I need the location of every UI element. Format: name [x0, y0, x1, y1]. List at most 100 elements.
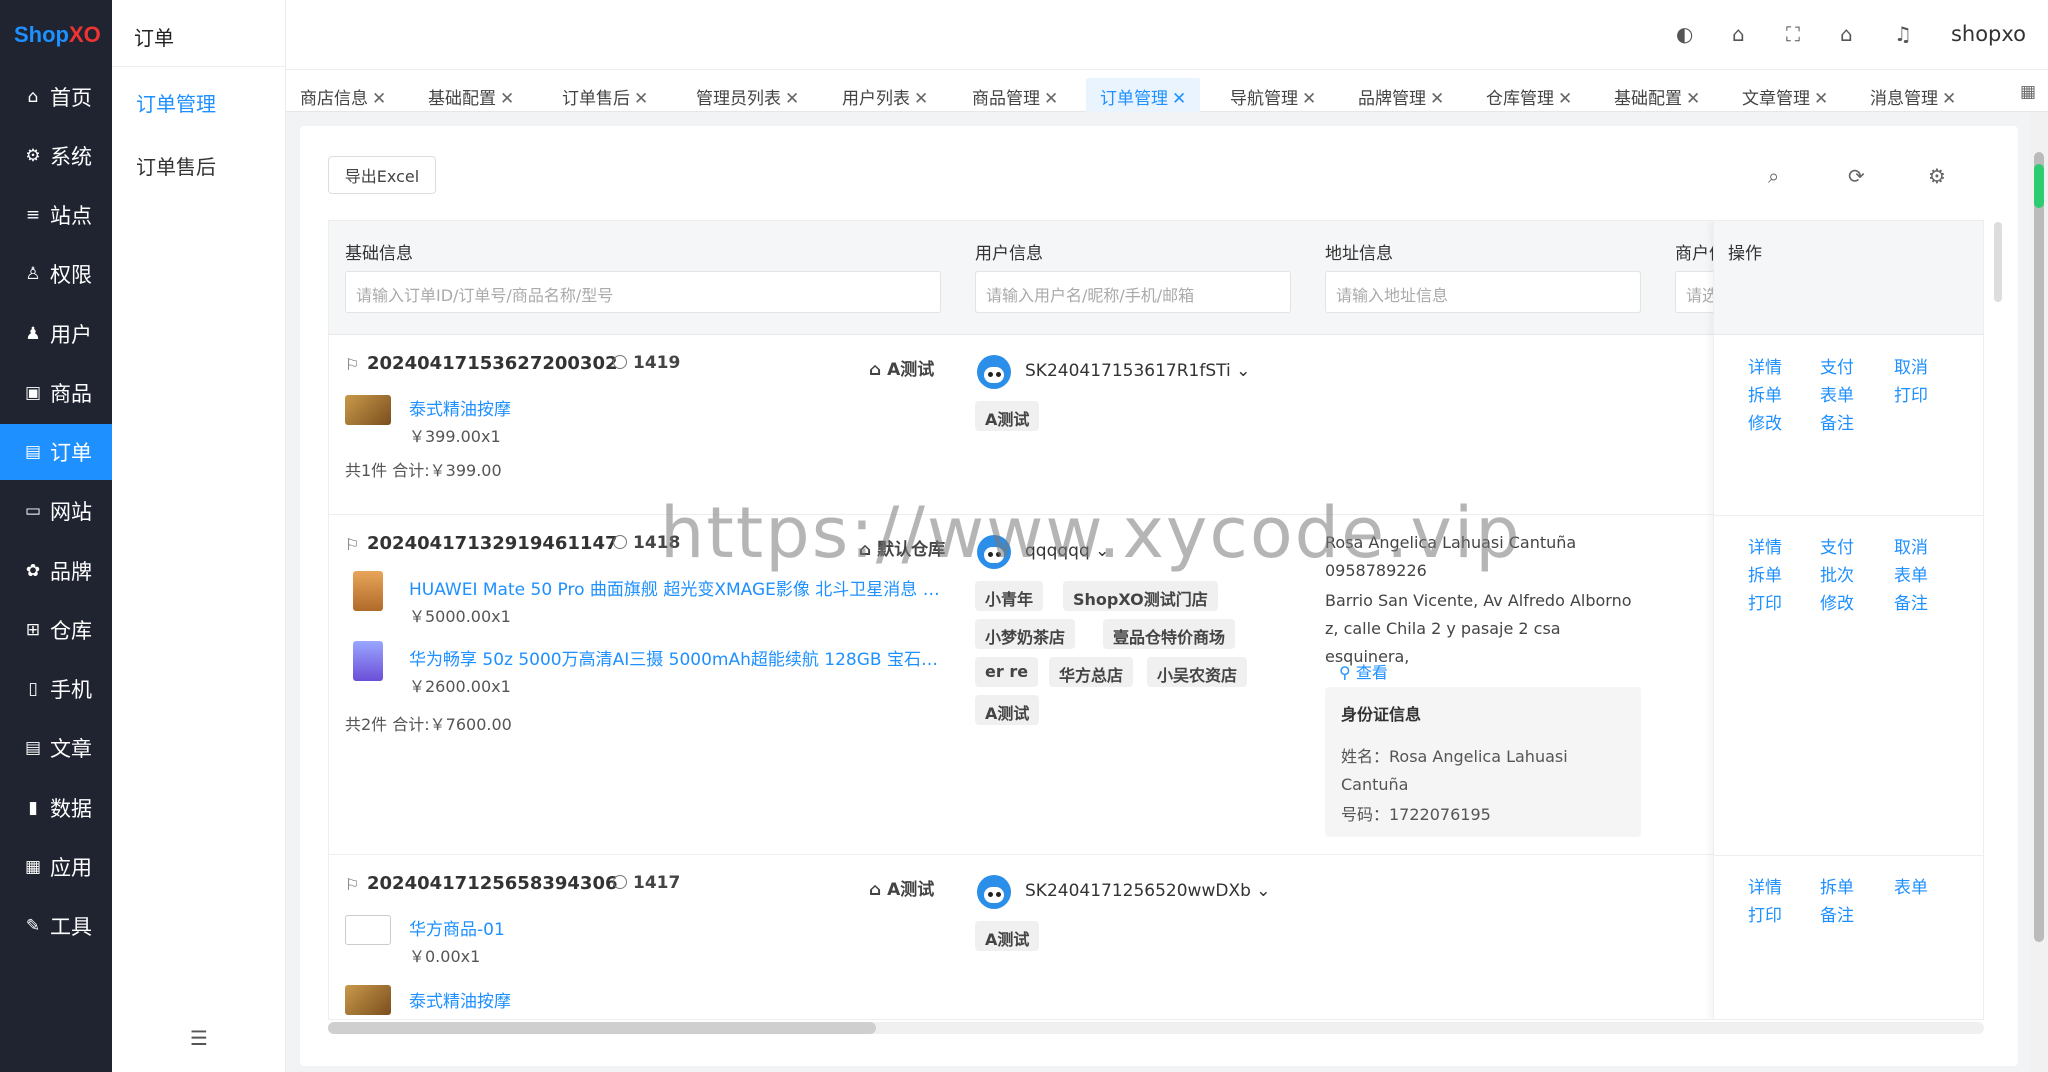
fullscreen-icon[interactable]: ⛶ [1786, 22, 1800, 46]
tab-warehouse-manage[interactable]: 仓库管理 ✕ [1472, 78, 1586, 112]
op-print[interactable]: 打印 [1748, 589, 1782, 614]
tab-brand-manage[interactable]: 品牌管理 ✕ [1344, 78, 1458, 112]
user-name[interactable]: SK2404171256520wwDXb ⌄ [1025, 881, 1271, 901]
basic-filter-input[interactable]: 请输入订单ID/订单号/商品名称/型号 [345, 271, 941, 313]
goods-thumbnail[interactable] [345, 985, 391, 1015]
nav-item-home[interactable]: ⌂ 首页 [0, 69, 112, 125]
table-vertical-scrollbar[interactable] [1994, 222, 2002, 302]
scrollbar-thumb[interactable] [2034, 152, 2044, 942]
op-split[interactable]: 拆单 [1820, 873, 1854, 898]
tab-store-info[interactable]: 商店信息 ✕ [286, 78, 400, 112]
user-menu[interactable]: shopxo [1951, 22, 2026, 46]
nav-item-order[interactable]: ▤ 订单 [0, 424, 112, 480]
subnav-item-order-manage[interactable]: 订单管理 [136, 88, 216, 117]
nav-item-site[interactable]: ≡ 站点 [0, 187, 112, 243]
close-icon[interactable]: ✕ [634, 89, 648, 109]
nav-item-warehouse[interactable]: ⊞ 仓库 [0, 602, 112, 658]
palette-icon[interactable]: ◐ [1676, 22, 1693, 46]
op-pay[interactable]: 支付 [1820, 353, 1854, 378]
op-split[interactable]: 拆单 [1748, 381, 1782, 406]
close-icon[interactable]: ✕ [785, 89, 799, 109]
settings-icon[interactable]: ⚙ [1928, 164, 1946, 188]
op-form[interactable]: 表单 [1820, 381, 1854, 406]
export-excel-button[interactable]: 导出Excel [328, 156, 436, 194]
nav-item-brand[interactable]: ✿ 品牌 [0, 543, 112, 599]
close-icon[interactable]: ✕ [1430, 89, 1444, 109]
tab-user-list[interactable]: 用户列表 ✕ [828, 78, 942, 112]
tab-goods-manage[interactable]: 商品管理 ✕ [958, 78, 1072, 112]
nav-item-system[interactable]: ⚙ 系统 [0, 128, 112, 184]
nav-item-tools[interactable]: ✎ 工具 [0, 898, 112, 954]
op-edit[interactable]: 修改 [1748, 409, 1782, 434]
goods-thumbnail[interactable] [345, 915, 391, 945]
header-user[interactable]: 用户信息 [975, 239, 1043, 264]
op-cancel[interactable]: 取消 [1894, 533, 1928, 558]
tab-message-manage[interactable]: 消息管理 ✕ [1856, 78, 1970, 112]
goods-thumbnail[interactable] [353, 571, 383, 611]
nav-item-apps[interactable]: ▦ 应用 [0, 839, 112, 895]
close-icon[interactable]: ✕ [1942, 89, 1956, 109]
close-icon[interactable]: ✕ [1558, 89, 1572, 109]
horizontal-scrollbar[interactable] [328, 1022, 1984, 1034]
order-number[interactable]: 20240417132919461147 [367, 533, 618, 554]
op-note[interactable]: 备注 [1820, 901, 1854, 926]
refresh-icon[interactable]: ⟳ [1848, 164, 1865, 188]
op-form[interactable]: 表单 [1894, 561, 1928, 586]
goods-name-link[interactable]: 泰式精油按摩 [409, 987, 949, 1012]
close-icon[interactable]: ✕ [1686, 89, 1700, 109]
op-print[interactable]: 打印 [1894, 381, 1928, 406]
tab-article-manage[interactable]: 文章管理 ✕ [1728, 78, 1842, 112]
op-detail[interactable]: 详情 [1748, 873, 1782, 898]
op-edit[interactable]: 修改 [1820, 589, 1854, 614]
bookmark-icon[interactable]: ⚐ [345, 875, 359, 894]
op-note[interactable]: 备注 [1894, 589, 1928, 614]
close-icon[interactable]: ✕ [372, 89, 386, 109]
nav-item-user[interactable]: ♟ 用户 [0, 306, 112, 362]
op-detail[interactable]: 详情 [1748, 533, 1782, 558]
subnav-item-after-sale[interactable]: 订单售后 [136, 151, 216, 180]
tab-nav-manage[interactable]: 导航管理 ✕ [1216, 78, 1330, 112]
user-filter-input[interactable]: 请输入用户名/昵称/手机/邮箱 [975, 271, 1291, 313]
bell-icon[interactable]: ♫ [1894, 22, 1912, 46]
tab-basic-config-2[interactable]: 基础配置 ✕ [1600, 78, 1714, 112]
nav-item-data[interactable]: ▮ 数据 [0, 780, 112, 836]
tab-admin-list[interactable]: 管理员列表 ✕ [682, 78, 813, 112]
user-name[interactable]: SK240417153617R1fSTi ⌄ [1025, 361, 1250, 381]
op-detail[interactable]: 详情 [1748, 353, 1782, 378]
tab-basic-config[interactable]: 基础配置 ✕ [414, 78, 528, 112]
close-icon[interactable]: ✕ [1814, 89, 1828, 109]
goods-name-link[interactable]: 华方商品-01 [409, 915, 949, 940]
tabs-grid-icon[interactable]: ▦ [2020, 82, 2036, 102]
close-icon[interactable]: ✕ [914, 89, 928, 109]
close-icon[interactable]: ✕ [1172, 89, 1186, 109]
shopxo-logo[interactable]: ShopXO [14, 22, 101, 48]
op-print[interactable]: 打印 [1748, 901, 1782, 926]
address-filter-input[interactable]: 请输入地址信息 [1325, 271, 1641, 313]
avatar[interactable] [977, 355, 1011, 389]
close-icon[interactable]: ✕ [1044, 89, 1058, 109]
nav-item-goods[interactable]: ▣ 商品 [0, 365, 112, 421]
close-icon[interactable]: ✕ [500, 89, 514, 109]
cache-icon[interactable]: ⌂ [1732, 22, 1745, 46]
goods-name-link[interactable]: 泰式精油按摩 [409, 395, 949, 420]
nav-item-article[interactable]: ▤ 文章 [0, 720, 112, 776]
goods-thumbnail[interactable] [345, 395, 391, 425]
op-pay[interactable]: 支付 [1820, 533, 1854, 558]
op-batch[interactable]: 批次 [1820, 561, 1854, 586]
bookmark-icon[interactable]: ⚐ [345, 355, 359, 374]
nav-item-website[interactable]: ▭ 网站 [0, 483, 112, 539]
nav-item-phone[interactable]: ▯ 手机 [0, 661, 112, 717]
nav-item-permission[interactable]: ♙ 权限 [0, 246, 112, 302]
scrollbar-thumb[interactable] [328, 1022, 876, 1034]
search-icon[interactable]: ⌕ [1768, 164, 1779, 188]
close-icon[interactable]: ✕ [1302, 89, 1316, 109]
bookmark-icon[interactable]: ⚐ [345, 535, 359, 554]
op-split[interactable]: 拆单 [1748, 561, 1782, 586]
avatar[interactable] [977, 875, 1011, 909]
view-location-link[interactable]: ⚲ 查看 [1339, 659, 1388, 683]
page-vertical-scrollbar[interactable] [2030, 112, 2048, 1072]
op-form[interactable]: 表单 [1894, 873, 1928, 898]
home-icon[interactable]: ⌂ [1840, 22, 1853, 46]
op-cancel[interactable]: 取消 [1894, 353, 1928, 378]
order-number[interactable]: 20240417153627200302 [367, 353, 618, 374]
